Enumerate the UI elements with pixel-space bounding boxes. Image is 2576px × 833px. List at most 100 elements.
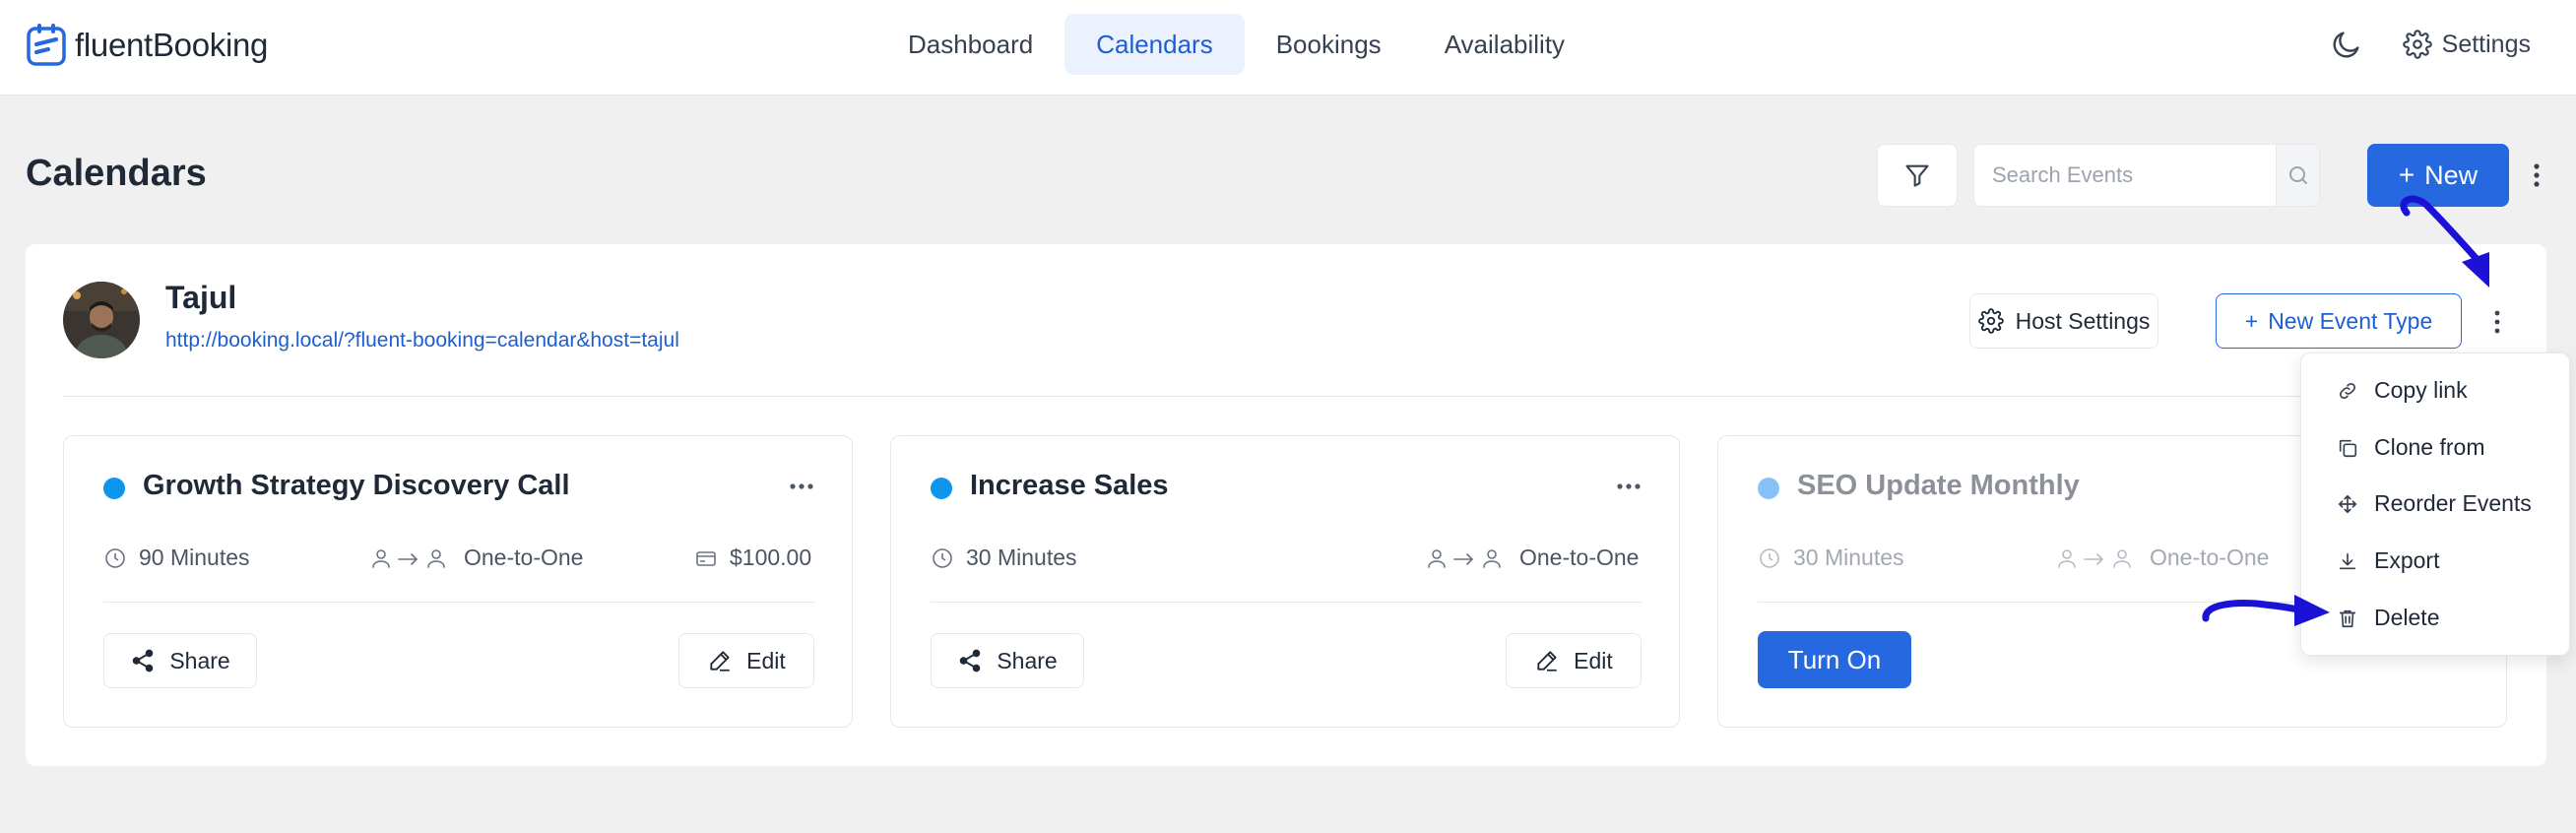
event-type-label: One-to-One <box>2150 545 2270 570</box>
host-avatar <box>63 282 140 358</box>
credit-card-icon <box>696 550 716 566</box>
menu-item-export[interactable]: Export <box>2337 547 2439 574</box>
download-icon <box>2339 552 2356 569</box>
edit-button[interactable]: Edit <box>678 633 814 688</box>
clock-icon <box>1760 547 1779 568</box>
link-icon <box>2339 382 2356 399</box>
panel-divider <box>63 396 2509 397</box>
logo-word-fluent: fluent <box>75 27 153 63</box>
plus-icon: + <box>2398 160 2415 190</box>
turn-on-button[interactable]: Turn On <box>1758 631 1911 688</box>
edit-icon <box>1537 651 1557 672</box>
annotation-arrow-to-kebab-icon <box>2400 195 2489 288</box>
event-duration-label: 90 Minutes <box>139 545 250 570</box>
plus-icon: + <box>2244 307 2259 334</box>
event-type: One-to-One <box>2055 545 2269 571</box>
annotation-arrow-to-delete-icon <box>2202 595 2330 626</box>
host-more-vertical-icon[interactable] <box>2487 307 2507 337</box>
event-type-label: One-to-One <box>1519 545 1640 570</box>
menu-item-clone-from[interactable]: Clone from <box>2337 434 2484 461</box>
menu-item-label: Delete <box>2374 605 2440 630</box>
share-label: Share <box>997 647 1058 673</box>
event-title[interactable]: SEO Update Monthly <box>1797 470 2080 502</box>
event-duration: 30 Minutes <box>931 545 1077 571</box>
gear-icon <box>2402 30 2432 59</box>
more-horizontal-icon[interactable] <box>789 481 814 491</box>
menu-item-reorder-events[interactable]: Reorder Events <box>2337 490 2532 517</box>
top-navigation-bar: fluentBooking Dashboard Calendars Bookin… <box>0 0 2576 96</box>
move-icon <box>2338 494 2357 513</box>
menu-item-label: Clone from <box>2374 434 2485 460</box>
event-duration-label: 30 Minutes <box>1793 545 1904 570</box>
share-label: Share <box>169 647 230 673</box>
host-name: Tajul <box>165 280 237 315</box>
nav-availability[interactable]: Availability <box>1413 14 1596 75</box>
one-to-one-icon <box>2058 548 2131 568</box>
nav-calendars[interactable]: Calendars <box>1064 14 1245 75</box>
card-divider <box>931 602 1642 603</box>
search-events <box>1973 144 2320 207</box>
search-button[interactable] <box>2276 145 2319 206</box>
page-title: Calendars <box>26 153 207 194</box>
fluent-booking-logo[interactable]: fluentBooking <box>26 22 268 69</box>
event-type: One-to-One <box>1425 545 1639 571</box>
event-title[interactable]: Growth Strategy Discovery Call <box>143 470 570 502</box>
menu-item-delete[interactable]: Delete <box>2337 605 2439 631</box>
menu-item-label: Copy link <box>2374 377 2468 403</box>
clone-icon <box>2339 439 2357 457</box>
share-icon <box>960 649 981 673</box>
moon-icon[interactable] <box>2330 28 2363 61</box>
menu-item-copy-link[interactable]: Copy link <box>2337 377 2468 404</box>
event-duration-label: 30 Minutes <box>966 545 1077 570</box>
event-status-dot <box>931 478 952 499</box>
edit-label: Edit <box>746 647 786 673</box>
nav-bookings[interactable]: Bookings <box>1245 14 1413 75</box>
event-duration: 30 Minutes <box>1758 545 1904 571</box>
gear-icon <box>1977 308 2004 334</box>
event-card: Growth Strategy Discovery Call 90 Minute… <box>63 435 853 728</box>
logo-word-booking: Booking <box>152 27 269 63</box>
event-type-label: One-to-One <box>464 545 584 570</box>
menu-item-label: Export <box>2374 547 2440 573</box>
filter-icon <box>1905 164 1929 187</box>
host-settings-button[interactable]: Host Settings <box>1969 293 2158 349</box>
event-duration: 90 Minutes <box>103 545 250 571</box>
host-actions-dropdown: Copy link Clone from Reorder Events Expo… <box>2300 352 2570 656</box>
trash-icon <box>2339 609 2356 627</box>
share-button[interactable]: Share <box>103 633 257 688</box>
one-to-one-icon <box>1428 548 1501 568</box>
more-horizontal-icon[interactable] <box>1616 481 1642 491</box>
clock-icon <box>105 547 125 568</box>
event-status-dot <box>1758 478 1779 499</box>
settings-label: Settings <box>2441 30 2531 58</box>
event-status-dot <box>103 478 125 499</box>
edit-button[interactable]: Edit <box>1506 633 1642 688</box>
search-icon <box>2288 166 2307 184</box>
share-button[interactable]: Share <box>931 633 1084 688</box>
card-divider <box>103 602 814 603</box>
clock-icon <box>933 547 952 568</box>
logo-icon <box>27 24 66 66</box>
edit-label: Edit <box>1574 647 1613 673</box>
host-settings-label: Host Settings <box>2015 307 2151 334</box>
main-nav: Dashboard Calendars Bookings Availabilit… <box>876 14 1596 75</box>
event-card: Increase Sales 30 Minutes One-to-One Sha… <box>890 435 1680 728</box>
event-type: One-to-One <box>369 545 583 571</box>
search-input[interactable] <box>1974 145 2276 206</box>
logo-text: fluentBooking <box>75 27 268 64</box>
one-to-one-icon <box>372 548 445 568</box>
host-calendar-url[interactable]: http://booking.local/?fluent-booking=cal… <box>165 329 679 352</box>
event-price-label: $100.00 <box>730 545 812 570</box>
page-more-vertical-icon[interactable] <box>2527 158 2546 193</box>
menu-item-label: Reorder Events <box>2374 490 2532 516</box>
share-icon <box>133 649 154 673</box>
filter-button[interactable] <box>1877 144 1958 207</box>
event-title[interactable]: Increase Sales <box>970 470 1169 502</box>
nav-dashboard[interactable]: Dashboard <box>876 14 1064 75</box>
new-button-label: New <box>2424 160 2479 190</box>
calendar-panel: Tajul http://booking.local/?fluent-booki… <box>26 244 2546 766</box>
edit-icon <box>710 651 730 672</box>
new-event-type-label: New Event Type <box>2268 307 2433 334</box>
avatar-image <box>63 282 140 358</box>
settings-link[interactable]: Settings <box>2402 30 2531 59</box>
